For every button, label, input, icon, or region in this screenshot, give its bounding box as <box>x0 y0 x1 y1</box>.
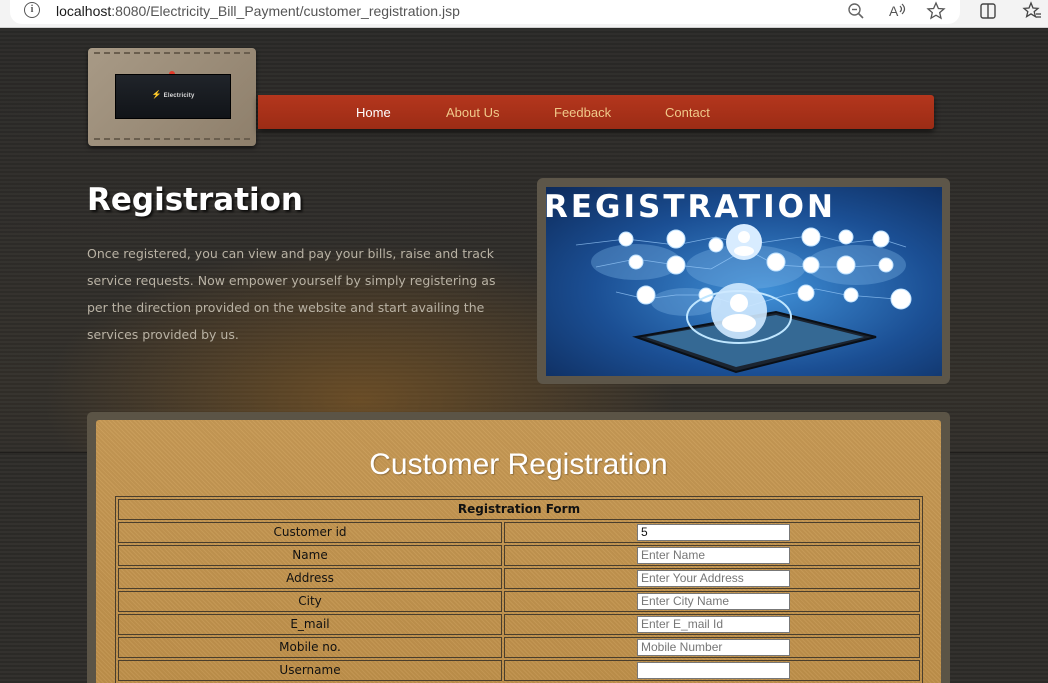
plaque-stitch-bottom <box>94 138 250 140</box>
field-label: E_mail <box>118 614 502 635</box>
table-header: Registration Form <box>118 499 920 520</box>
read-aloud-icon[interactable]: A <box>887 1 907 21</box>
mobile-number-input[interactable] <box>637 639 790 656</box>
customer-id-input[interactable] <box>637 524 790 541</box>
split-screen-icon[interactable] <box>978 1 998 21</box>
site-logo[interactable]: ⚡ Electricity <box>115 74 231 119</box>
registration-image: REGISTRATION <box>546 187 942 376</box>
field-label: Customer id <box>118 522 502 543</box>
table-row: Address <box>118 568 920 589</box>
url-host: localhost <box>56 3 112 19</box>
field-label: Mobile no. <box>118 637 502 658</box>
city-input[interactable] <box>637 593 790 610</box>
favorite-star-icon[interactable] <box>926 1 946 21</box>
logo-plaque[interactable]: ⚡ Electricity <box>88 48 256 146</box>
browser-toolbar: i localhost:8080/Electricity_Bill_Paymen… <box>0 0 1048 28</box>
table-row: Customer id <box>118 522 920 543</box>
form-title: Customer Registration <box>369 448 668 481</box>
url-text[interactable]: localhost:8080/Electricity_Bill_Payment/… <box>56 2 460 20</box>
plaque-stitch-top <box>94 52 250 54</box>
table-row: Mobile no. <box>118 637 920 658</box>
address-input[interactable] <box>637 570 790 587</box>
table-row: City <box>118 591 920 612</box>
field-label: Name <box>118 545 502 566</box>
svg-text:A: A <box>889 3 899 19</box>
favorites-icon[interactable] <box>1022 1 1042 21</box>
field-label: City <box>118 591 502 612</box>
main-navigation: Home About Us Feedback Contact <box>258 95 934 129</box>
nav-home[interactable]: Home <box>356 105 391 121</box>
table-row: E_mail <box>118 614 920 635</box>
hero-image-frame: REGISTRATION <box>537 178 950 384</box>
web-page: ⚡ Electricity Home About Us Feedback Cont… <box>0 28 1048 683</box>
nav-feedback[interactable]: Feedback <box>554 105 611 121</box>
registration-form-table: Registration Form Customer id Name Addre… <box>115 496 923 683</box>
table-row: Name <box>118 545 920 566</box>
field-label: Username <box>118 660 502 681</box>
registration-form-panel: Customer Registration Registration Form … <box>96 420 941 683</box>
network-illustration <box>575 224 912 374</box>
lightning-bolt-icon: ⚡ <box>151 90 162 99</box>
registration-description: Once registered, you can view and pay yo… <box>87 246 496 342</box>
name-input[interactable] <box>637 547 790 564</box>
table-row: Username <box>118 660 920 681</box>
site-info-icon[interactable]: i <box>24 2 40 18</box>
field-label: Address <box>118 568 502 589</box>
nav-about-us[interactable]: About Us <box>446 105 499 121</box>
page-title: Registration <box>87 182 304 218</box>
email-input[interactable] <box>637 616 790 633</box>
username-input[interactable] <box>637 662 790 679</box>
logo-text: Electricity <box>163 93 195 99</box>
address-bar[interactable]: i localhost:8080/Electricity_Bill_Paymen… <box>10 0 960 24</box>
table-header-row: Registration Form <box>118 499 920 520</box>
nav-contact[interactable]: Contact <box>665 105 710 121</box>
url-path: :8080/Electricity_Bill_Payment/customer_… <box>111 3 460 19</box>
zoom-out-icon[interactable] <box>846 1 866 21</box>
registration-form-container: Customer Registration Registration Form … <box>87 412 950 683</box>
